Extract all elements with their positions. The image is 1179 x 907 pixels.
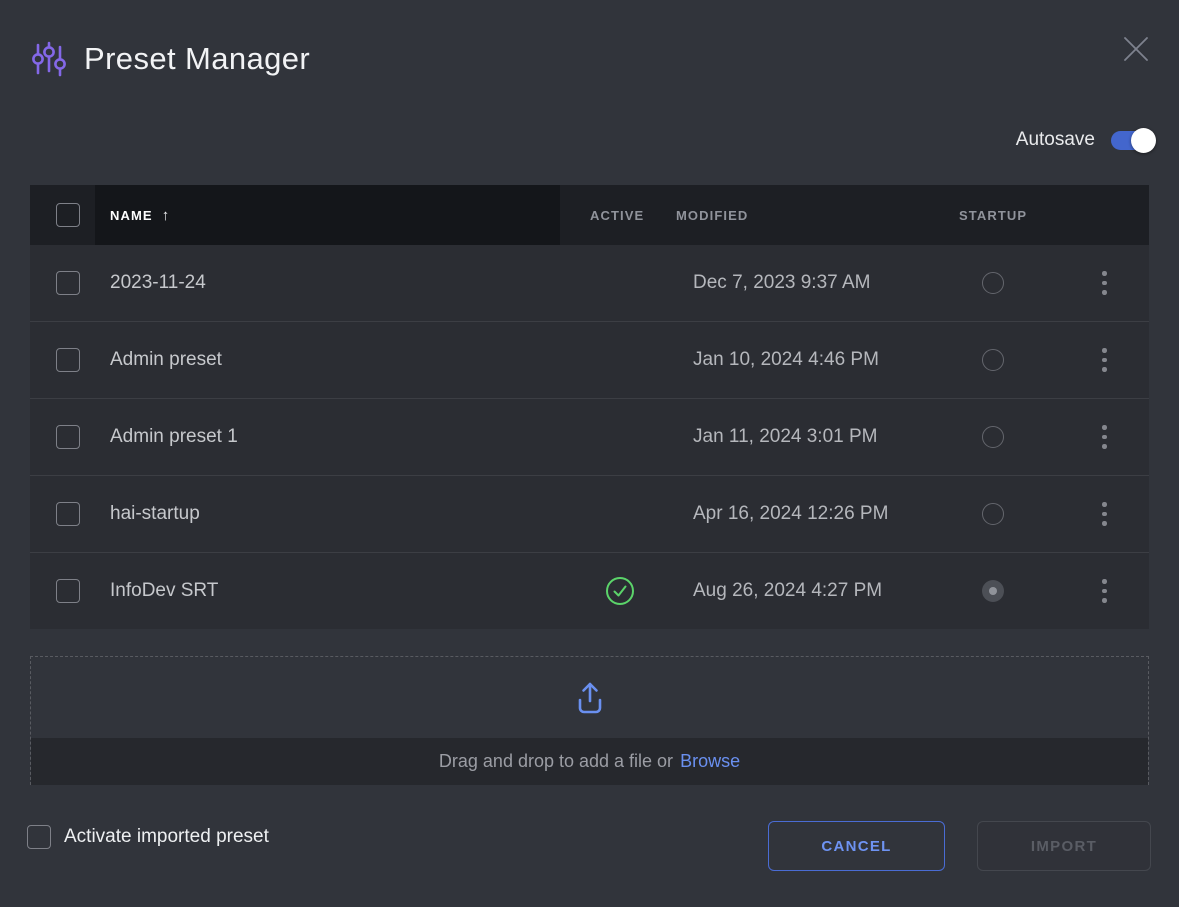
activate-imported-label: Activate imported preset [64, 826, 269, 848]
row-checkbox[interactable] [56, 502, 80, 526]
toggle-knob [1131, 128, 1156, 153]
row-menu-icon[interactable] [1096, 265, 1113, 301]
column-header-name[interactable]: NAME ↑ [95, 185, 560, 245]
browse-link[interactable]: Browse [680, 751, 740, 772]
modified-date: Jan 10, 2024 4:46 PM [693, 349, 879, 371]
table-row: Admin preset 1 Jan 11, 2024 3:01 PM [30, 398, 1149, 475]
dropzone-caption: Drag and drop to add a file or Browse [31, 738, 1148, 785]
column-header-modified[interactable]: MODIFIED [646, 185, 925, 245]
modified-date: Dec 7, 2023 9:37 AM [693, 272, 870, 294]
preset-name: Admin preset [110, 349, 222, 371]
page-title: Preset Manager [84, 41, 310, 77]
autosave-label: Autosave [1016, 129, 1095, 151]
table-body: 2023-11-24 Dec 7, 2023 9:37 AM Admin pre… [30, 245, 1149, 629]
modified-date: Jan 11, 2024 3:01 PM [693, 426, 878, 448]
dialog-header: Preset Manager [30, 40, 310, 78]
upload-icon [571, 679, 609, 717]
table-row: 2023-11-24 Dec 7, 2023 9:37 AM [30, 245, 1149, 321]
dropzone-icon-area [31, 657, 1148, 738]
active-check-icon [605, 576, 635, 606]
preset-name: Admin preset 1 [110, 426, 238, 448]
preset-name: hai-startup [110, 503, 200, 525]
close-icon[interactable] [1121, 34, 1151, 64]
row-checkbox[interactable] [56, 271, 80, 295]
table-header-row: NAME ↑ ACTIVE MODIFIED STARTUP [30, 185, 1149, 245]
modified-date: Apr 16, 2024 12:26 PM [693, 503, 888, 525]
preset-sliders-icon [30, 40, 68, 78]
row-checkbox[interactable] [56, 579, 80, 603]
row-menu-icon[interactable] [1096, 496, 1113, 532]
row-checkbox[interactable] [56, 425, 80, 449]
startup-radio[interactable] [982, 272, 1004, 294]
autosave-control: Autosave [1016, 129, 1153, 151]
dropzone-prompt: Drag and drop to add a file or [439, 751, 673, 772]
preset-name: 2023-11-24 [110, 272, 206, 294]
file-dropzone[interactable]: Drag and drop to add a file or Browse [30, 656, 1149, 785]
preset-table: NAME ↑ ACTIVE MODIFIED STARTUP 2023-11-2… [30, 185, 1149, 629]
sort-asc-icon: ↑ [162, 207, 170, 224]
modified-date: Aug 26, 2024 4:27 PM [693, 580, 882, 602]
startup-radio[interactable] [982, 580, 1004, 602]
row-menu-icon[interactable] [1096, 419, 1113, 455]
column-header-active[interactable]: ACTIVE [560, 185, 646, 245]
startup-radio[interactable] [982, 426, 1004, 448]
table-row: InfoDev SRT Aug 26, 2024 4:27 PM [30, 552, 1149, 629]
startup-radio[interactable] [982, 349, 1004, 371]
activate-imported-row: Activate imported preset [27, 825, 269, 849]
import-button[interactable]: IMPORT [977, 821, 1151, 871]
activate-imported-checkbox[interactable] [27, 825, 51, 849]
startup-radio[interactable] [982, 503, 1004, 525]
autosave-toggle[interactable] [1111, 131, 1153, 150]
column-header-startup[interactable]: STARTUP [925, 185, 1060, 245]
table-row: Admin preset Jan 10, 2024 4:46 PM [30, 321, 1149, 398]
row-checkbox[interactable] [56, 348, 80, 372]
row-menu-icon[interactable] [1096, 573, 1113, 609]
table-row: hai-startup Apr 16, 2024 12:26 PM [30, 475, 1149, 552]
preset-name: InfoDev SRT [110, 580, 218, 602]
select-all-checkbox[interactable] [56, 203, 80, 227]
row-menu-icon[interactable] [1096, 342, 1113, 378]
cancel-button[interactable]: CANCEL [768, 821, 945, 871]
